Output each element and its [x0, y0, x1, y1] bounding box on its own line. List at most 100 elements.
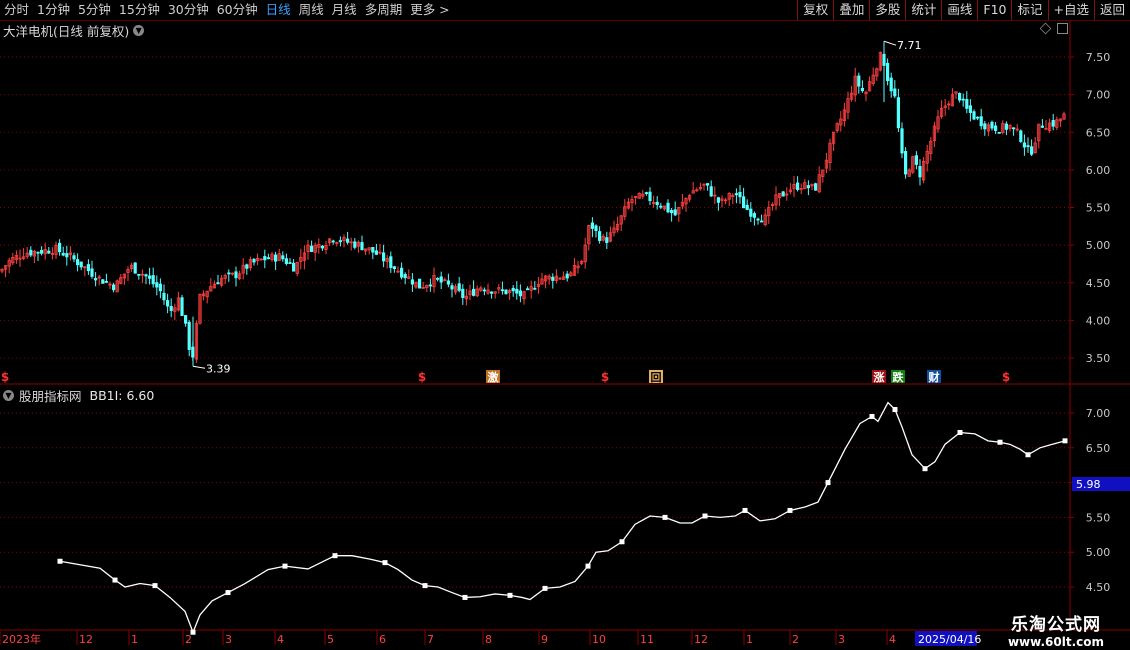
candle-body	[169, 305, 173, 311]
candle-body	[273, 254, 278, 262]
candle-body	[972, 111, 976, 120]
time-label: 2023年	[2, 632, 41, 646]
candle-body	[1022, 142, 1027, 148]
candle-body	[983, 123, 987, 130]
candle-body	[446, 280, 451, 285]
signal-marker: $	[1002, 370, 1010, 384]
candle-body	[101, 279, 105, 284]
candle-body	[860, 87, 865, 92]
candle-body	[284, 258, 289, 264]
candle-body	[227, 272, 231, 275]
candle-body	[598, 231, 602, 241]
candle-body	[450, 285, 454, 290]
stock-chart[interactable]: 3.50 4.00 4.50 5.00 5.50 6.00 6.50 7.00 7.50 4.50…	[0, 0, 1130, 650]
candle-body	[742, 196, 746, 209]
candle-body	[644, 192, 649, 194]
candle-body	[180, 297, 184, 316]
candle-body	[716, 197, 721, 203]
candle-body	[331, 240, 335, 243]
bb1i-point	[1062, 438, 1068, 444]
candle-body	[29, 249, 33, 256]
candle-body	[979, 116, 983, 127]
candle-body	[399, 267, 404, 278]
candle-body	[1051, 120, 1055, 127]
candle-body	[796, 182, 800, 190]
bb1i-point	[382, 560, 388, 566]
time-label: 12	[694, 633, 708, 646]
sub-tick-label: 4.50	[1086, 581, 1111, 594]
candle-body	[655, 201, 659, 206]
candle-body	[72, 255, 76, 260]
time-label: 5	[327, 633, 334, 646]
bb1i-point	[997, 439, 1003, 445]
candle-body	[893, 88, 897, 97]
signal-marker: 回	[651, 370, 662, 384]
candle-body	[482, 289, 487, 292]
candle-body	[1026, 145, 1030, 148]
candle-body	[896, 97, 901, 129]
candle-body	[515, 288, 519, 294]
current-value-text: 5.98	[1076, 478, 1101, 491]
time-label: 12	[79, 633, 93, 646]
candle-body	[281, 255, 285, 260]
candle-body	[551, 276, 555, 281]
candle-body	[245, 264, 249, 269]
bb1i-point	[869, 413, 875, 419]
candle-body	[968, 105, 973, 113]
candle-body	[997, 131, 1001, 134]
time-label: 7	[427, 633, 434, 646]
candle-body	[94, 278, 98, 281]
bb1i-point	[462, 594, 468, 600]
candle-body	[914, 155, 919, 165]
bb1i-point	[742, 507, 748, 513]
time-label: 10	[592, 633, 606, 646]
candle-body	[900, 128, 904, 154]
candle-body	[489, 291, 494, 294]
date-tag: 2025/04/16	[918, 633, 981, 646]
candle-body	[526, 288, 530, 291]
candle-body	[605, 237, 609, 243]
candle-body	[659, 205, 663, 208]
candle-body	[104, 280, 108, 283]
candle-body	[147, 275, 152, 279]
candle-body	[266, 257, 271, 260]
candle-body	[594, 225, 598, 232]
bb1i-point	[957, 429, 963, 435]
candle-body	[886, 62, 890, 82]
candle-body	[338, 240, 343, 243]
candle-body	[1030, 146, 1034, 155]
candle-body	[65, 253, 69, 258]
bb1i-point	[507, 592, 513, 598]
main-tick-label: 3.50	[1086, 352, 1111, 365]
time-label: 1	[131, 633, 138, 646]
candle-body	[410, 279, 415, 285]
time-label: 3	[838, 633, 845, 646]
candle-body	[806, 185, 811, 189]
candle-body	[500, 289, 505, 292]
low-label: 3.39	[206, 362, 231, 375]
candle-body	[590, 222, 595, 229]
time-label: 8	[485, 633, 492, 646]
main-tick-label: 7.00	[1086, 89, 1111, 102]
candle-body	[814, 183, 818, 191]
candle-body	[673, 209, 677, 216]
sub-tick-label: 6.50	[1086, 442, 1111, 455]
candle-body	[58, 242, 62, 253]
candle-body	[504, 289, 508, 295]
candle-body	[435, 277, 440, 280]
bb1i-point	[152, 583, 158, 589]
candle-body	[533, 287, 537, 290]
candle-body	[511, 287, 515, 292]
main-tick-label: 5.50	[1086, 202, 1111, 215]
high-pointer	[883, 40, 897, 46]
bb1i-point	[702, 513, 708, 519]
signal-marker: $	[418, 370, 426, 384]
bb1i-point	[282, 563, 288, 569]
candle-body	[392, 266, 397, 270]
logo-url: www.60lt.com	[1007, 635, 1104, 649]
candle-body	[457, 283, 461, 291]
candle-body	[61, 252, 65, 256]
candle-body	[439, 276, 443, 283]
candle-body	[47, 250, 51, 254]
candle-body	[857, 75, 861, 87]
